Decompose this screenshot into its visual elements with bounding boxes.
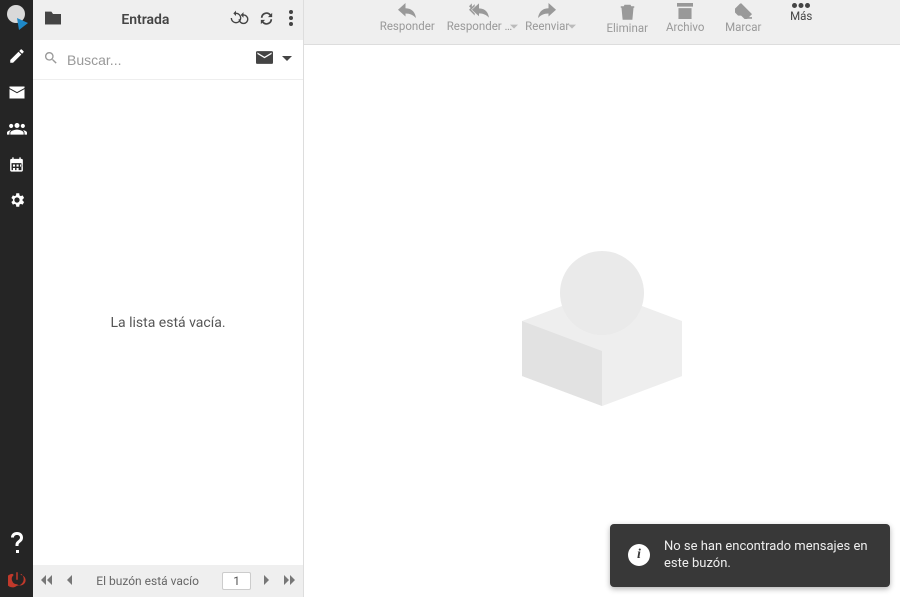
- folder-title: Entrada: [73, 12, 218, 28]
- nav-calendar[interactable]: [0, 146, 33, 182]
- delete-button[interactable]: Eliminar: [600, 3, 654, 35]
- list-header: Entrada: [33, 0, 303, 40]
- sync-icon[interactable]: [258, 11, 275, 30]
- mark-button[interactable]: Marcar: [716, 3, 770, 34]
- archive-button[interactable]: Archivo: [658, 3, 712, 34]
- nav-contacts[interactable]: [0, 110, 33, 146]
- search-scope-icon[interactable]: [256, 51, 273, 68]
- mailbox-status: El buzón está vacío: [85, 574, 210, 588]
- nav-help[interactable]: [0, 525, 33, 561]
- more-button[interactable]: Más: [774, 3, 828, 23]
- forward-button[interactable]: Reenviar: [520, 3, 574, 33]
- search-input[interactable]: [67, 52, 248, 68]
- reply-all-caret-icon[interactable]: [510, 21, 518, 35]
- content-pane: Responder Responder … Reenviar Eliminar …: [304, 0, 900, 597]
- reply-button[interactable]: Responder: [376, 3, 439, 33]
- reply-label: Responder: [380, 19, 435, 33]
- app-logo: [4, 4, 30, 30]
- page-next-icon[interactable]: [263, 574, 271, 589]
- content-body: [304, 45, 900, 597]
- empty-watermark-icon: [502, 221, 702, 421]
- nav-compose[interactable]: [0, 38, 33, 74]
- search-options-icon[interactable]: [281, 52, 293, 67]
- toast-message: No se han encontrado mensajes en este bu…: [664, 538, 872, 573]
- list-footer: El buzón está vacío 1: [33, 565, 303, 597]
- page-first-icon[interactable]: [41, 574, 53, 589]
- folder-icon[interactable]: [43, 10, 63, 30]
- refresh-button[interactable]: [235, 10, 252, 31]
- toast-notification: i No se han encontrado mensajes en este …: [610, 524, 890, 587]
- nav-settings[interactable]: [0, 182, 33, 218]
- message-list-body: La lista está vacía.: [33, 80, 303, 565]
- archive-label: Archivo: [666, 20, 705, 34]
- page-prev-icon[interactable]: [65, 574, 73, 589]
- forward-label: Reenviar: [525, 19, 569, 33]
- page-last-icon[interactable]: [283, 574, 295, 589]
- page-number[interactable]: 1: [222, 572, 251, 590]
- search-icon: [43, 50, 59, 70]
- empty-list-label: La lista está vacía.: [110, 315, 225, 331]
- nav-logout[interactable]: [0, 561, 33, 597]
- more-label: Más: [790, 9, 812, 23]
- nav-rail: [0, 0, 33, 597]
- message-list-pane: Entrada La lista está vacía. E: [33, 0, 304, 597]
- kebab-menu-icon[interactable]: [289, 10, 293, 30]
- forward-caret-icon[interactable]: [568, 21, 576, 35]
- mark-label: Marcar: [725, 20, 761, 34]
- reply-all-label: Responder …: [447, 19, 513, 33]
- search-row: [33, 40, 303, 80]
- nav-mail[interactable]: [0, 74, 33, 110]
- message-toolbar: Responder Responder … Reenviar Eliminar …: [304, 0, 900, 45]
- info-icon: i: [628, 544, 650, 566]
- reply-all-button[interactable]: Responder …: [443, 3, 517, 33]
- delete-label: Eliminar: [606, 21, 648, 35]
